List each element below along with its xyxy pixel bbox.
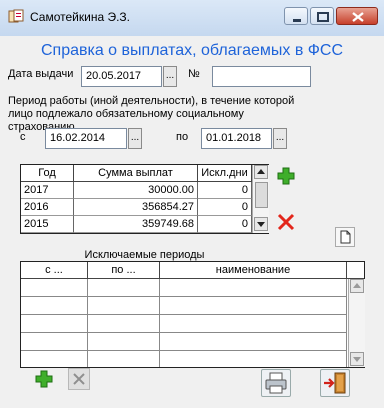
excluded-periods-title: Исключаемые периоды: [84, 249, 205, 261]
document-icon: [340, 230, 351, 244]
arrow-down-icon: [353, 357, 361, 362]
issue-date-field[interactable]: 20.05.2017: [81, 66, 162, 87]
printer-icon: [265, 372, 287, 394]
window-title: Самотейкина Э.З.: [30, 10, 131, 24]
document-button[interactable]: [335, 227, 355, 247]
print-button[interactable]: [261, 369, 291, 397]
issue-date-picker-button[interactable]: ...: [163, 66, 177, 87]
scroll-down-button[interactable]: [254, 217, 268, 231]
maximize-icon: [317, 12, 329, 22]
arrow-up-icon: [257, 169, 265, 174]
table-row-sum[interactable]: 30000.00: [74, 182, 198, 199]
header-filler: [347, 262, 364, 279]
exit-door-icon: [324, 372, 346, 394]
excluded-periods-rows[interactable]: [21, 279, 347, 367]
arrow-down-icon: [257, 222, 265, 227]
column-header-year[interactable]: Год: [21, 165, 74, 182]
period-to-picker-button[interactable]: ...: [273, 128, 287, 149]
minimize-icon: [293, 19, 301, 22]
table-row-days[interactable]: 0: [198, 199, 252, 216]
period-from-label: с: [20, 131, 26, 143]
column-header-from[interactable]: с ...: [21, 262, 88, 279]
scroll-thumb[interactable]: [255, 182, 268, 208]
excluded-periods-table[interactable]: с ... по ... наименование: [20, 261, 365, 368]
scroll-up-button[interactable]: [254, 165, 268, 179]
number-field[interactable]: [212, 66, 311, 87]
table-row-year[interactable]: 2015: [21, 216, 74, 233]
column-header-excluded-days[interactable]: Искл.дни: [198, 165, 252, 182]
add-period-button[interactable]: [34, 369, 54, 389]
table-row-sum[interactable]: 356854.27: [74, 199, 198, 216]
period-to-label: по: [176, 131, 189, 143]
maximize-button[interactable]: [310, 7, 334, 25]
scroll-up-button[interactable]: [350, 279, 364, 293]
table-row-sum[interactable]: 359749.68: [74, 216, 198, 233]
form-heading: Справка о выплатах, облагаемых в ФСС: [40, 42, 344, 59]
minimize-button[interactable]: [284, 7, 308, 25]
column-header-sum[interactable]: Сумма выплат: [74, 165, 198, 182]
payments-table[interactable]: Год Сумма выплат Искл.дни 2017 30000.00 …: [20, 164, 269, 234]
scroll-down-button[interactable]: [350, 352, 364, 366]
add-row-button[interactable]: [276, 166, 296, 186]
payments-scrollbar[interactable]: [252, 165, 269, 233]
period-from-field[interactable]: 16.02.2014: [45, 128, 127, 149]
column-header-to[interactable]: по ...: [88, 262, 160, 279]
delete-period-button[interactable]: [68, 368, 90, 390]
excluded-scrollbar[interactable]: [348, 279, 365, 367]
exit-button[interactable]: [320, 369, 350, 397]
number-label: №: [188, 68, 200, 80]
table-row-year[interactable]: 2017: [21, 182, 74, 199]
period-from-picker-button[interactable]: ...: [128, 128, 142, 149]
arrow-up-icon: [353, 283, 361, 288]
column-header-name[interactable]: наименование: [160, 262, 347, 279]
delete-icon: [73, 373, 85, 385]
close-icon: [352, 12, 364, 22]
app-icon: [8, 9, 24, 23]
close-button[interactable]: [336, 7, 378, 25]
period-to-field[interactable]: 01.01.2018: [201, 128, 272, 149]
table-row-days[interactable]: 0: [198, 216, 252, 233]
delete-row-button[interactable]: [276, 212, 296, 232]
issue-date-label: Дата выдачи: [8, 68, 74, 80]
table-row-year[interactable]: 2016: [21, 199, 74, 216]
table-row-days[interactable]: 0: [198, 182, 252, 199]
